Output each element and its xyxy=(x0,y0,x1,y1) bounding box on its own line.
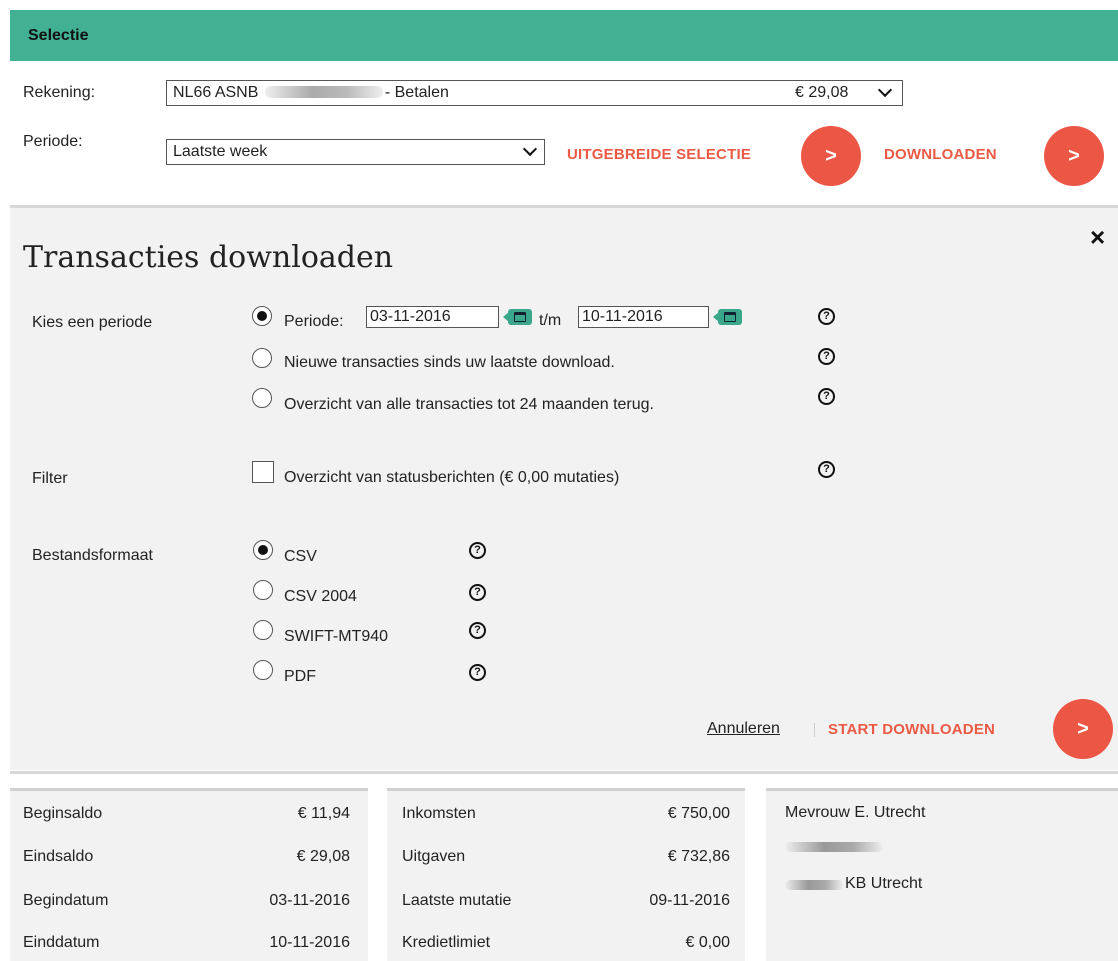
radio-format-pdf[interactable] xyxy=(253,660,273,680)
arrow-right-icon: > xyxy=(825,144,837,167)
radio-period-option[interactable] xyxy=(252,306,272,326)
summary-value: € 750,00 xyxy=(667,805,730,822)
account-label: Rekening: xyxy=(23,84,96,101)
start-download-button[interactable]: > xyxy=(1053,699,1113,759)
summary-value: 09-11-2016 xyxy=(649,892,730,909)
help-icon[interactable]: ? xyxy=(818,388,835,405)
from-date-input[interactable]: 03-11-2016 xyxy=(366,306,499,328)
start-download-link[interactable]: START DOWNLOADEN xyxy=(828,721,995,738)
panel-title: Transacties downloaden xyxy=(23,240,394,275)
summary-value: 10-11-2016 xyxy=(269,934,350,951)
to-date-input[interactable]: 10-11-2016 xyxy=(578,306,709,328)
date-range-separator: t/m xyxy=(539,312,562,329)
extended-selection-link[interactable]: UITGEBREIDE SELECTIE xyxy=(567,146,751,163)
radio-format-csv[interactable] xyxy=(253,540,273,560)
radio-format-csv-2004[interactable] xyxy=(253,580,273,600)
help-icon[interactable]: ? xyxy=(818,348,835,365)
account-holder-name: Mevrouw E. Utrecht xyxy=(785,804,926,821)
account-suffix: - Betalen xyxy=(384,84,449,101)
format-option-label: PDF xyxy=(284,668,316,685)
download-panel xyxy=(10,208,1118,770)
help-icon[interactable]: ? xyxy=(469,664,486,681)
summary-label: Laatste mutatie xyxy=(402,892,512,909)
selection-title: Selectie xyxy=(28,27,89,44)
chevron-down-icon xyxy=(522,141,538,157)
calendar-icon[interactable] xyxy=(503,309,532,325)
arrow-right-icon: > xyxy=(1077,717,1089,740)
period-label: Periode: xyxy=(23,133,83,150)
summary-value: € 0,00 xyxy=(685,934,730,951)
summary-label: Eindsaldo xyxy=(23,848,94,865)
choose-period-label: Kies een periode xyxy=(32,314,153,331)
help-icon[interactable]: ? xyxy=(818,461,835,478)
summary-label: Beginsaldo xyxy=(23,805,103,822)
cancel-link[interactable]: Annuleren xyxy=(707,720,780,738)
summary-value: 03-11-2016 xyxy=(269,892,350,909)
help-icon[interactable]: ? xyxy=(469,542,486,559)
download-button[interactable]: > xyxy=(1044,126,1104,186)
summary-label: Begindatum xyxy=(23,892,109,909)
arrow-right-icon: > xyxy=(1068,144,1080,167)
account-holder-city: KB Utrecht xyxy=(845,875,923,892)
summary-label: Uitgaven xyxy=(402,848,466,865)
summary-value: € 732,86 xyxy=(667,848,730,865)
summary-value: € 29,08 xyxy=(296,848,350,865)
calendar-icon[interactable] xyxy=(713,309,742,325)
action-separator xyxy=(814,723,815,737)
format-option-label: CSV xyxy=(284,548,317,565)
radio-new-transactions[interactable] xyxy=(252,348,272,368)
file-format-label: Bestandsformaat xyxy=(32,547,153,564)
redacted-postcode xyxy=(785,880,843,890)
account-balance: € 29,08 xyxy=(795,84,849,101)
status-messages-label: Overzicht van statusberichten (€ 0,00 mu… xyxy=(284,469,620,486)
summary-label: Kredietlimiet xyxy=(402,934,491,951)
summary-label: Einddatum xyxy=(23,934,100,951)
summary-label: Inkomsten xyxy=(402,805,476,822)
radio-format-swift[interactable] xyxy=(253,620,273,640)
radio-all-transactions[interactable] xyxy=(252,388,272,408)
format-option-label: SWIFT-MT940 xyxy=(284,628,389,645)
close-icon[interactable]: × xyxy=(1090,222,1105,253)
help-icon[interactable]: ? xyxy=(469,584,486,601)
period-select[interactable]: Laatste week xyxy=(166,139,545,165)
status-messages-checkbox[interactable] xyxy=(252,461,274,483)
period-selected-value: Laatste week xyxy=(173,143,268,160)
redacted-account-number xyxy=(264,85,383,98)
filter-label: Filter xyxy=(32,470,68,487)
section-divider xyxy=(10,771,1118,774)
period-option-label: Periode: xyxy=(284,313,344,330)
help-icon[interactable]: ? xyxy=(469,622,486,639)
format-option-label: CSV 2004 xyxy=(284,588,357,605)
new-transactions-label: Nieuwe transacties sinds uw laatste down… xyxy=(284,354,615,371)
extended-selection-button[interactable]: > xyxy=(801,126,861,186)
all-transactions-label: Overzicht van alle transacties tot 24 ma… xyxy=(284,396,654,413)
summary-value: € 11,94 xyxy=(297,805,350,822)
account-select[interactable]: NL66 ASNB - Betalen € 29,08 xyxy=(166,80,903,106)
selection-header-bar xyxy=(10,10,1118,61)
redacted-address xyxy=(785,842,883,852)
download-link[interactable]: DOWNLOADEN xyxy=(884,146,997,163)
chevron-down-icon xyxy=(877,82,893,98)
help-icon[interactable]: ? xyxy=(818,308,835,325)
account-iban-prefix: NL66 ASNB xyxy=(173,84,259,101)
